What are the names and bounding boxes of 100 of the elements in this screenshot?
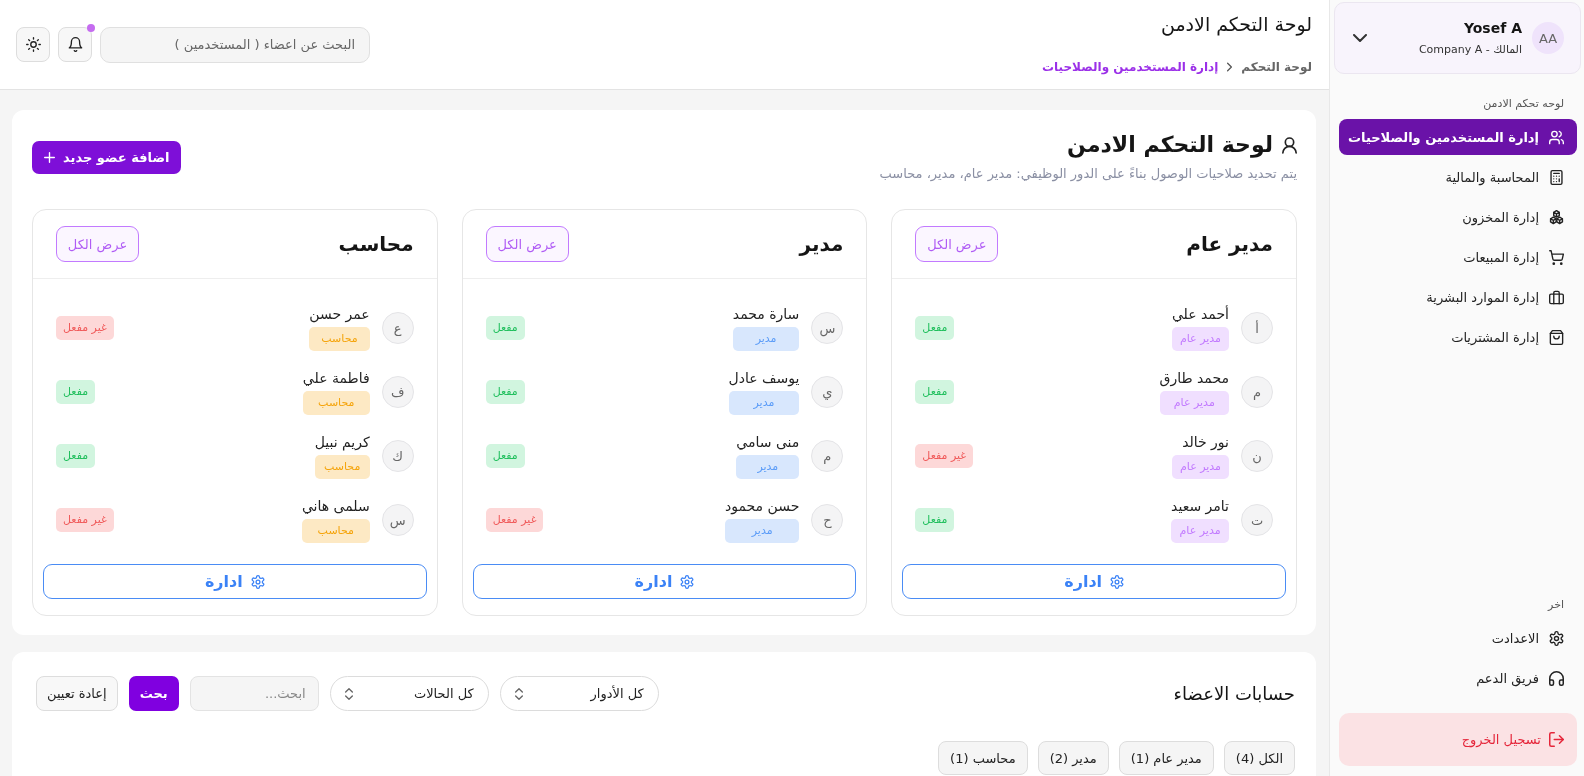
role-tag: مدير عام [1171, 327, 1229, 351]
member-avatar: س [381, 504, 414, 536]
member-avatar: ت [1241, 504, 1273, 536]
headphones-icon [1549, 670, 1564, 686]
status-tag: غير مفعل [915, 444, 974, 468]
sidebar-item[interactable]: إدارة المشتريات [1339, 319, 1577, 355]
status-tag: مفعل [915, 316, 955, 340]
status-tag: مفعل [915, 380, 955, 404]
filter-tab[interactable]: مدير (2) [1037, 741, 1109, 775]
role-filter-select[interactable]: كل الأدوار [499, 676, 659, 711]
status-tag: مفعل [915, 508, 955, 532]
cart-icon [1549, 249, 1564, 265]
user-role: المالك - Company A [1418, 43, 1522, 56]
nav-heading: لوحه تحكم الادمن [1482, 97, 1565, 111]
member-avatar: ي [811, 376, 844, 408]
view-all-button[interactable]: عرض الكل [56, 226, 139, 262]
member-name: يوسف عادل [728, 369, 800, 387]
search-field[interactable]: البحث عن اعضاء ( المستخدمين ) [100, 26, 370, 63]
status-tag: غير مفعل [56, 508, 114, 532]
reset-button[interactable]: إعادة تعيين [36, 676, 118, 711]
role-tag: مدير [736, 455, 800, 479]
theme-toggle-button[interactable] [16, 27, 50, 62]
status-tag: مفعل [485, 316, 525, 340]
manage-button[interactable]: ادارة [43, 564, 427, 599]
filter-tab[interactable]: مدير عام (1) [1118, 741, 1214, 775]
sidebar-item[interactable]: إدارة المستخدمين والصلاحيات [1339, 119, 1577, 155]
member-avatar: م [811, 440, 844, 472]
role-tag: محاسب [314, 455, 370, 479]
sidebar-item[interactable]: إدارة الموارد البشرية [1339, 279, 1577, 315]
sidebar-item[interactable]: المحاسبة والمالية [1339, 159, 1577, 195]
member-avatar: س [811, 312, 844, 344]
manage-button[interactable]: ادارة [902, 564, 1286, 599]
view-all-button[interactable]: عرض الكل [485, 226, 569, 262]
member-avatar: ك [381, 440, 414, 472]
section-subtitle: يتم تحديد صلاحيات الوصول بناءً على الدور الوظيفي: مدير عام، مدير، محاسب [879, 165, 1297, 184]
role-title: مدير عام [1186, 231, 1273, 257]
member-name: محمد طارق [1159, 369, 1229, 387]
search-field[interactable]: ابحث... [189, 676, 319, 711]
nav-heading: اخر [1546, 598, 1565, 612]
notifications-button[interactable] [58, 27, 92, 62]
filter-tab[interactable]: الكل (4) [1223, 741, 1295, 775]
role-tag: مدير [725, 519, 800, 543]
users-icon [1549, 129, 1564, 145]
role-tag: مدير عام [1171, 519, 1229, 543]
role-tag: محاسب [302, 391, 370, 415]
settings-icon [1549, 630, 1564, 646]
sidebar-item[interactable]: إدارة المبيعات [1339, 239, 1577, 275]
chevron-right-icon [1227, 62, 1233, 72]
settings-icon [250, 574, 265, 589]
role-tag: مدير [732, 327, 800, 351]
member-avatar: ح [811, 504, 844, 536]
bell-icon [67, 37, 83, 52]
filter-tab[interactable]: محاسب (1) [938, 741, 1028, 775]
calculator-icon [1549, 169, 1564, 185]
status-tag: مفعل [56, 380, 96, 404]
member-avatar: م [1241, 376, 1273, 408]
member-name: حسن محمود [725, 497, 800, 515]
member-avatar: ف [381, 376, 414, 408]
breadcrumb-current[interactable]: إدارة المستخدمين والصلاحيات [1041, 58, 1219, 76]
section-title: حسابات الاعضاء [1173, 683, 1295, 704]
breadcrumb-link[interactable]: لوحة التحكم [1241, 58, 1312, 76]
user-name: Yosef A [1462, 20, 1522, 36]
logout-icon [1549, 732, 1564, 747]
sidebar-item[interactable]: إدارة المخزون [1339, 199, 1577, 235]
member-name: أحمد علي [1171, 305, 1229, 323]
logout-button[interactable]: تسجيل الخروج [1339, 713, 1577, 766]
status-filter-select[interactable]: كل الحالات [329, 676, 489, 711]
member-name: تامر سعيد [1171, 497, 1229, 515]
page-title: لوحة التحكم الادمن [1160, 12, 1312, 36]
member-avatar: ن [1241, 440, 1273, 472]
shopping-bag-icon [1549, 329, 1564, 345]
status-tag: غير مفعل [485, 508, 544, 532]
plus-icon [44, 152, 55, 163]
member-name: نور خالد [1181, 433, 1229, 451]
member-name: فاطمة علي [302, 369, 370, 387]
manage-button[interactable]: ادارة [472, 564, 857, 599]
chevrons-up-down-icon [514, 687, 523, 700]
role-title: محاسب [338, 231, 414, 257]
status-tag: مفعل [485, 444, 525, 468]
role-tag: مدير [728, 391, 800, 415]
cubes-icon [1549, 209, 1564, 225]
role-title: مدير [799, 231, 844, 257]
member-avatar: أ [1241, 312, 1273, 344]
sidebar-item[interactable]: فريق الدعم [1339, 660, 1577, 696]
add-member-button[interactable]: اضافة عضو جديد [32, 141, 182, 174]
sidebar-item[interactable]: الاعدادت [1339, 620, 1577, 656]
search-button[interactable]: بحث [128, 676, 179, 711]
member-name: عمر حسن [309, 305, 370, 323]
role-tag: مدير عام [1159, 391, 1229, 415]
status-tag: غير مفعل [56, 316, 114, 340]
status-tag: مفعل [485, 380, 525, 404]
role-tag: محاسب [309, 327, 370, 351]
status-tag: مفعل [56, 444, 96, 468]
view-all-button[interactable]: عرض الكل [915, 226, 999, 262]
chevron-down-icon[interactable] [1353, 34, 1367, 42]
settings-icon [1110, 574, 1125, 589]
member-name: منى سامي [736, 433, 800, 451]
member-name: سارة محمد [732, 305, 800, 323]
briefcase-icon [1549, 289, 1564, 305]
settings-icon [680, 574, 695, 589]
